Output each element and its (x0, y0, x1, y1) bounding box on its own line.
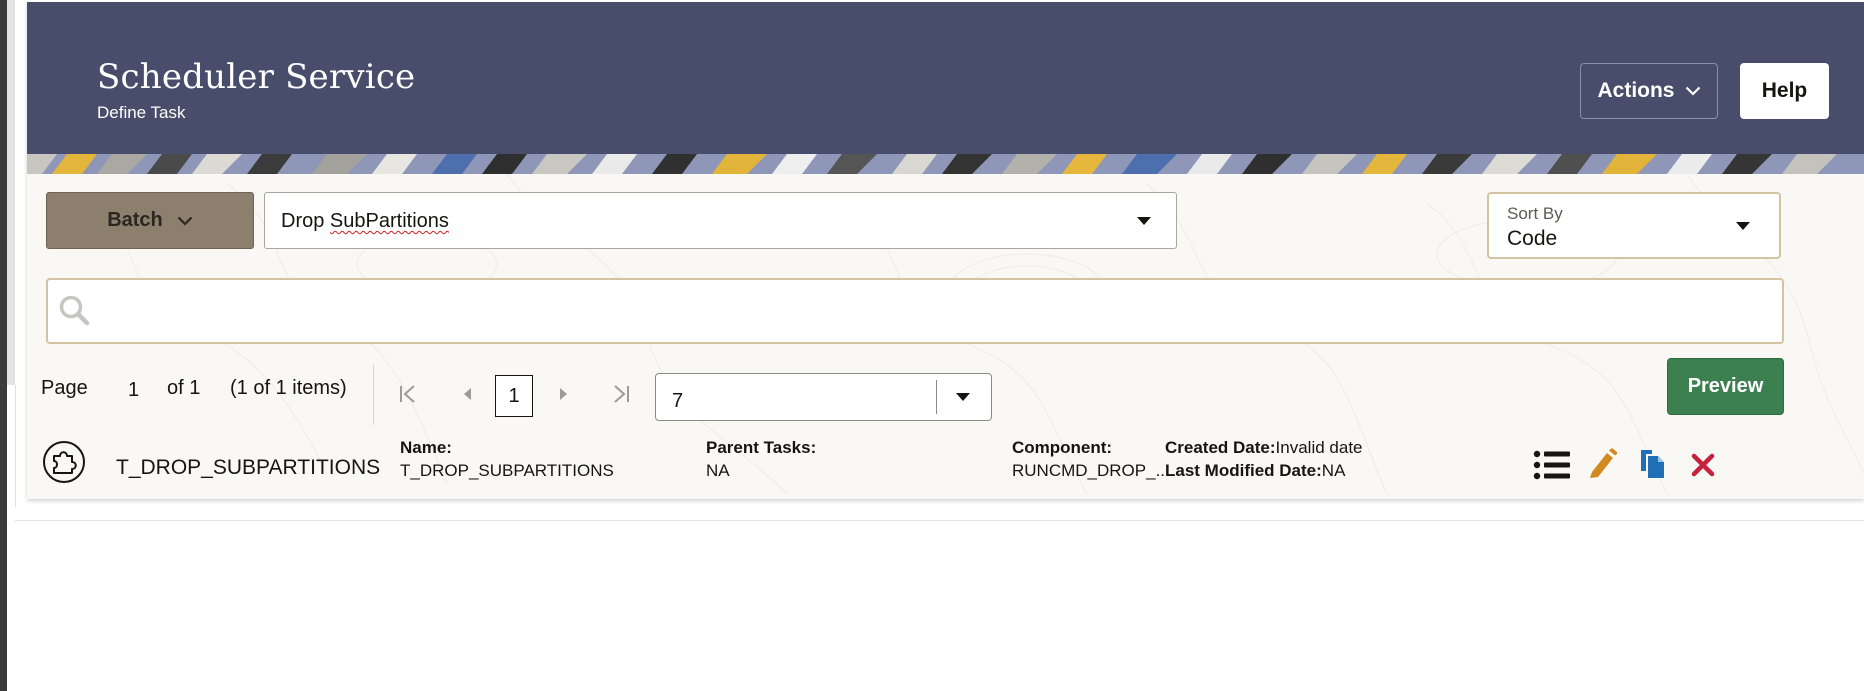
batch-label: Batch (107, 209, 163, 231)
chevron-down-icon (1685, 86, 1700, 96)
sort-by-label: Sort By (1507, 204, 1563, 223)
first-page-icon[interactable] (398, 384, 418, 404)
component-value: RUNCMD_DROP_... (1012, 461, 1170, 480)
preview-button[interactable]: Preview (1667, 358, 1784, 415)
select-separator (936, 380, 937, 414)
delete-icon[interactable] (1691, 453, 1715, 477)
sort-by-value: Code (1507, 227, 1558, 250)
page-title: Scheduler Service (97, 57, 416, 97)
batch-select[interactable]: Drop SubPartitions (264, 192, 1177, 249)
actions-label: Actions (1597, 79, 1675, 102)
list-icon[interactable] (1533, 448, 1571, 482)
modified-date-value: NA (1321, 461, 1346, 480)
page-header: Scheduler Service Define Task Actions He… (27, 2, 1864, 154)
search-input[interactable] (100, 290, 1774, 332)
actions-button[interactable]: Actions (1580, 63, 1718, 119)
scheduler-app: Scheduler Service Define Task Actions He… (27, 2, 1864, 499)
next-page-icon[interactable] (557, 384, 571, 404)
pager-divider (373, 365, 374, 425)
current-page: 1 (128, 379, 140, 401)
parent-tasks-label: Parent Tasks: (706, 438, 817, 457)
previous-page-icon[interactable] (460, 384, 474, 404)
sort-by-select[interactable]: Sort By Code (1487, 192, 1781, 259)
page-size-value: 7 (672, 390, 684, 412)
caret-down-icon (956, 393, 970, 401)
page-total: of 1 (167, 377, 201, 399)
page-subtitle: Define Task (97, 103, 186, 122)
page-label: Page (41, 377, 88, 399)
created-date: Created Date:Invalid date (1165, 438, 1363, 458)
created-date-value: Invalid date (1275, 438, 1363, 457)
modified-date-label: Last Modified Date: (1165, 461, 1322, 480)
caret-down-icon (1736, 222, 1750, 230)
items-summary: (1 of 1 items) (230, 377, 347, 399)
name-label: Name: (400, 438, 452, 457)
copy-icon[interactable] (1639, 449, 1665, 479)
parent-tasks-value: NA (706, 461, 730, 480)
decorative-banner (27, 154, 1864, 174)
page-number-input[interactable]: 1 (495, 375, 533, 417)
background-panel-lower (7, 385, 16, 507)
batch-select-value: Drop SubPartitions (281, 210, 449, 232)
window-edge (0, 0, 7, 691)
task-code[interactable]: T_DROP_SUBPARTITIONS (116, 456, 380, 480)
divider (15, 520, 1864, 521)
last-page-icon[interactable] (611, 384, 631, 404)
batch-menu-button[interactable]: Batch (46, 192, 254, 249)
component-label: Component: (1012, 438, 1113, 457)
help-button[interactable]: Help (1740, 63, 1829, 119)
background-panel (7, 0, 15, 385)
search-icon (59, 295, 90, 326)
name-value: T_DROP_SUBPARTITIONS (400, 461, 614, 480)
created-date-label: Created Date: (1165, 438, 1276, 457)
edit-pencil-icon[interactable] (1587, 447, 1617, 479)
search-field[interactable] (46, 278, 1784, 344)
caret-down-icon (1137, 217, 1151, 225)
modified-date: Last Modified Date:NA (1165, 461, 1345, 481)
chevron-down-icon (177, 216, 193, 226)
page-size-select[interactable]: 7 (655, 373, 992, 421)
puzzle-icon (43, 441, 85, 483)
